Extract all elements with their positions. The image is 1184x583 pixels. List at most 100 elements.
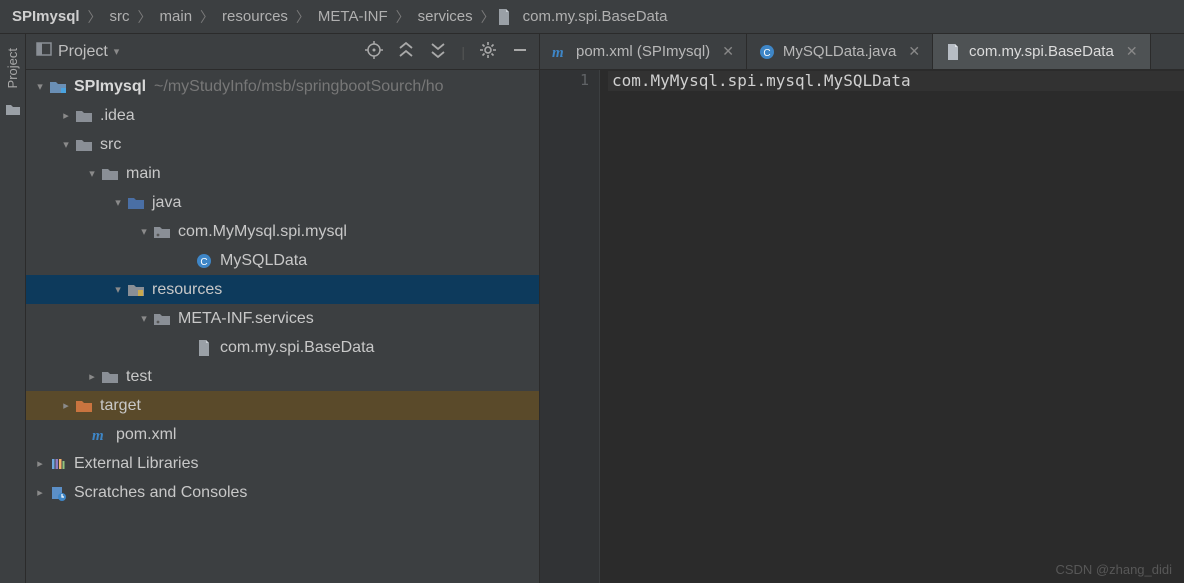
project-tool-tab[interactable]: Project [5,42,20,94]
tree-row-scratches[interactable]: ▸ Scratches and Consoles [26,478,539,507]
maven-icon: m [90,427,110,443]
folder-icon [5,102,21,121]
expand-arrow-icon[interactable]: ▾ [110,189,126,217]
crumb-services[interactable]: services [412,8,479,25]
project-sidebar: Project ▾ | ▾ SPImysql ~/myStudyInfo/msb… [26,34,540,583]
tree-row-test[interactable]: ▸ test [26,362,539,391]
line-number: 1 [540,71,589,89]
tree-label: .idea [100,102,135,130]
minimize-icon[interactable] [511,41,529,62]
expand-arrow-icon[interactable]: ▸ [32,450,48,478]
crumb-src[interactable]: src [104,8,136,25]
locate-icon[interactable] [365,41,383,62]
expand-arrow-icon[interactable]: ▸ [58,102,74,130]
tab-pom[interactable]: m pom.xml (SPImysql) ✕ [540,34,747,69]
crumb-metainf[interactable]: META-INF [312,8,394,25]
breadcrumb: SPImysql 〉 src 〉 main 〉 resources 〉 META… [0,0,1184,34]
crumb-root[interactable]: SPImysql [12,8,86,25]
tree-label: SPImysql [74,73,146,101]
tree-label: src [100,131,121,159]
line-gutter: 1 [540,70,600,583]
tree-row-external-libraries[interactable]: ▸ External Libraries [26,449,539,478]
tab-mysqldata[interactable]: C MySQLData.java ✕ [747,34,933,69]
libraries-icon [48,456,68,472]
folder-icon [100,369,120,385]
tab-basedata[interactable]: com.my.spi.BaseData ✕ [933,34,1151,69]
class-icon: C [194,253,214,269]
tree-row-target[interactable]: ▸ target [26,391,539,420]
folder-icon [74,108,94,124]
tree-row-class[interactable]: C MySQLData [26,246,539,275]
tree-label: Scratches and Consoles [74,479,247,507]
resources-folder-icon [126,282,146,298]
dropdown-caret-icon[interactable]: ▾ [114,45,120,58]
scratches-icon [48,485,68,501]
tree-label: External Libraries [74,450,199,478]
chevron-right-icon: 〉 [86,7,104,27]
tree-path-hint: ~/myStudyInfo/msb/springbootSourch/ho [154,73,444,101]
svg-text:m: m [552,45,564,60]
expand-arrow-icon[interactable]: ▾ [136,218,152,246]
close-icon[interactable]: ✕ [908,43,920,60]
close-icon[interactable]: ✕ [722,43,734,60]
project-header-label[interactable]: Project [58,43,108,61]
svg-text:m: m [92,428,104,443]
project-tree[interactable]: ▾ SPImysql ~/myStudyInfo/msb/springbootS… [26,70,539,583]
tree-row-idea[interactable]: ▸ .idea [26,101,539,130]
expand-arrow-icon[interactable]: ▾ [136,305,152,333]
tree-row-resources[interactable]: ▾ resources [26,275,539,304]
text-file-icon [194,340,214,356]
editor-tabs: m pom.xml (SPImysql) ✕ C MySQLData.java … [540,34,1184,70]
tree-label: main [126,160,161,188]
tree-label: target [100,392,141,420]
expand-arrow-icon[interactable]: ▾ [110,276,126,304]
tab-label: pom.xml (SPImysql) [576,43,710,60]
tree-label: META-INF.services [178,305,314,333]
folder-icon [74,137,94,153]
tree-row-basedata[interactable]: com.my.spi.BaseData [26,333,539,362]
chevron-right-icon: 〉 [479,7,497,27]
tree-row-package[interactable]: ▾ com.MyMysql.spi.mysql [26,217,539,246]
tab-label: com.my.spi.BaseData [969,43,1114,60]
excluded-folder-icon [74,398,94,414]
chevron-right-icon: 〉 [198,7,216,27]
tree-row-pom[interactable]: m pom.xml [26,420,539,449]
tree-row-java[interactable]: ▾ java [26,188,539,217]
crumb-file[interactable]: com.my.spi.BaseData [517,8,674,25]
close-icon[interactable]: ✕ [1126,43,1138,60]
tree-row-main[interactable]: ▾ main [26,159,539,188]
svg-text:C: C [200,257,207,268]
chevron-right-icon: 〉 [294,7,312,27]
tree-row-metainf[interactable]: ▾ META-INF.services [26,304,539,333]
expand-arrow-icon[interactable]: ▾ [84,160,100,188]
code-line[interactable]: com.MyMysql.spi.mysql.MySQLData [608,71,1184,91]
expand-arrow-icon[interactable]: ▸ [58,392,74,420]
tree-label: com.MyMysql.spi.mysql [178,218,347,246]
svg-text:C: C [763,48,770,59]
expand-arrow-icon[interactable]: ▸ [84,363,100,391]
collapse-all-icon[interactable] [429,41,447,62]
chevron-right-icon: 〉 [136,7,154,27]
file-icon [497,9,511,25]
project-header: Project ▾ | [26,34,539,70]
settings-gear-icon[interactable] [479,41,497,62]
package-icon [152,224,172,240]
expand-all-icon[interactable] [397,41,415,62]
expand-arrow-icon[interactable]: ▾ [58,131,74,159]
package-icon [152,311,172,327]
crumb-main[interactable]: main [154,8,199,25]
code-area[interactable]: com.MyMysql.spi.mysql.MySQLData [600,70,1184,583]
tree-label: java [152,189,181,217]
watermark: CSDN @zhang_didi [1055,562,1172,577]
tree-label: MySQLData [220,247,307,275]
tree-row-src[interactable]: ▾ src [26,130,539,159]
expand-arrow-icon[interactable]: ▸ [32,479,48,507]
tree-label: resources [152,276,222,304]
tree-row-project-root[interactable]: ▾ SPImysql ~/myStudyInfo/msb/springbootS… [26,72,539,101]
project-view-icon [36,41,52,62]
editor-body[interactable]: 1 com.MyMysql.spi.mysql.MySQLData [540,70,1184,583]
tree-label: pom.xml [116,421,176,449]
crumb-resources[interactable]: resources [216,8,294,25]
tool-window-bar: Project [0,34,26,583]
expand-arrow-icon[interactable]: ▾ [32,73,48,101]
